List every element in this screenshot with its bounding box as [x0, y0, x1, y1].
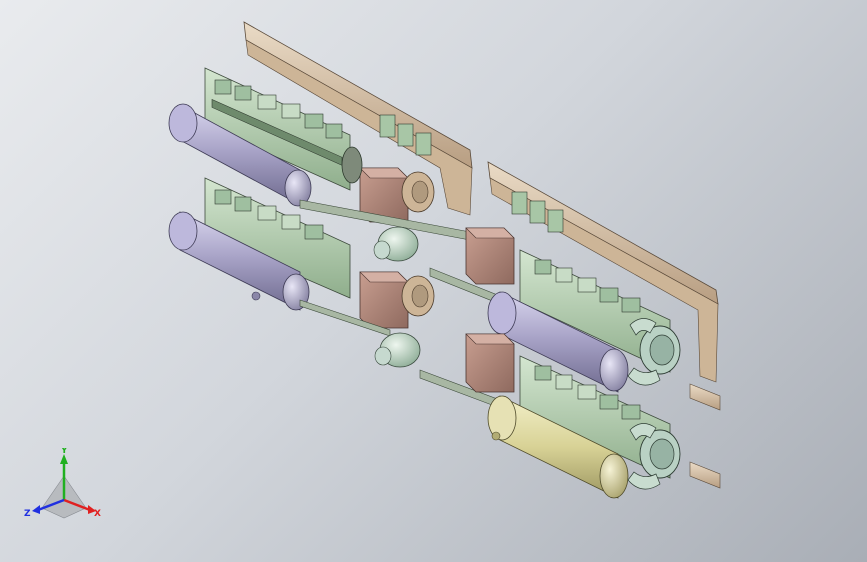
gearbox-block — [359, 271, 435, 329]
bulb-coupling — [373, 226, 419, 262]
x-axis-label: X — [94, 509, 101, 519]
frame-rail — [689, 383, 721, 411]
cad-3d-viewport[interactable] — [0, 0, 867, 562]
gearbox-block — [465, 333, 515, 393]
gearbox-block — [465, 227, 515, 285]
y-axis-label: Y — [60, 448, 68, 456]
axis-triad: Y X Z — [24, 448, 101, 519]
bulb-coupling — [374, 332, 421, 368]
coupling-ring — [341, 146, 363, 184]
z-axis-arrow — [32, 505, 40, 514]
z-axis-label: Z — [24, 509, 31, 519]
frame-rail — [689, 461, 721, 489]
